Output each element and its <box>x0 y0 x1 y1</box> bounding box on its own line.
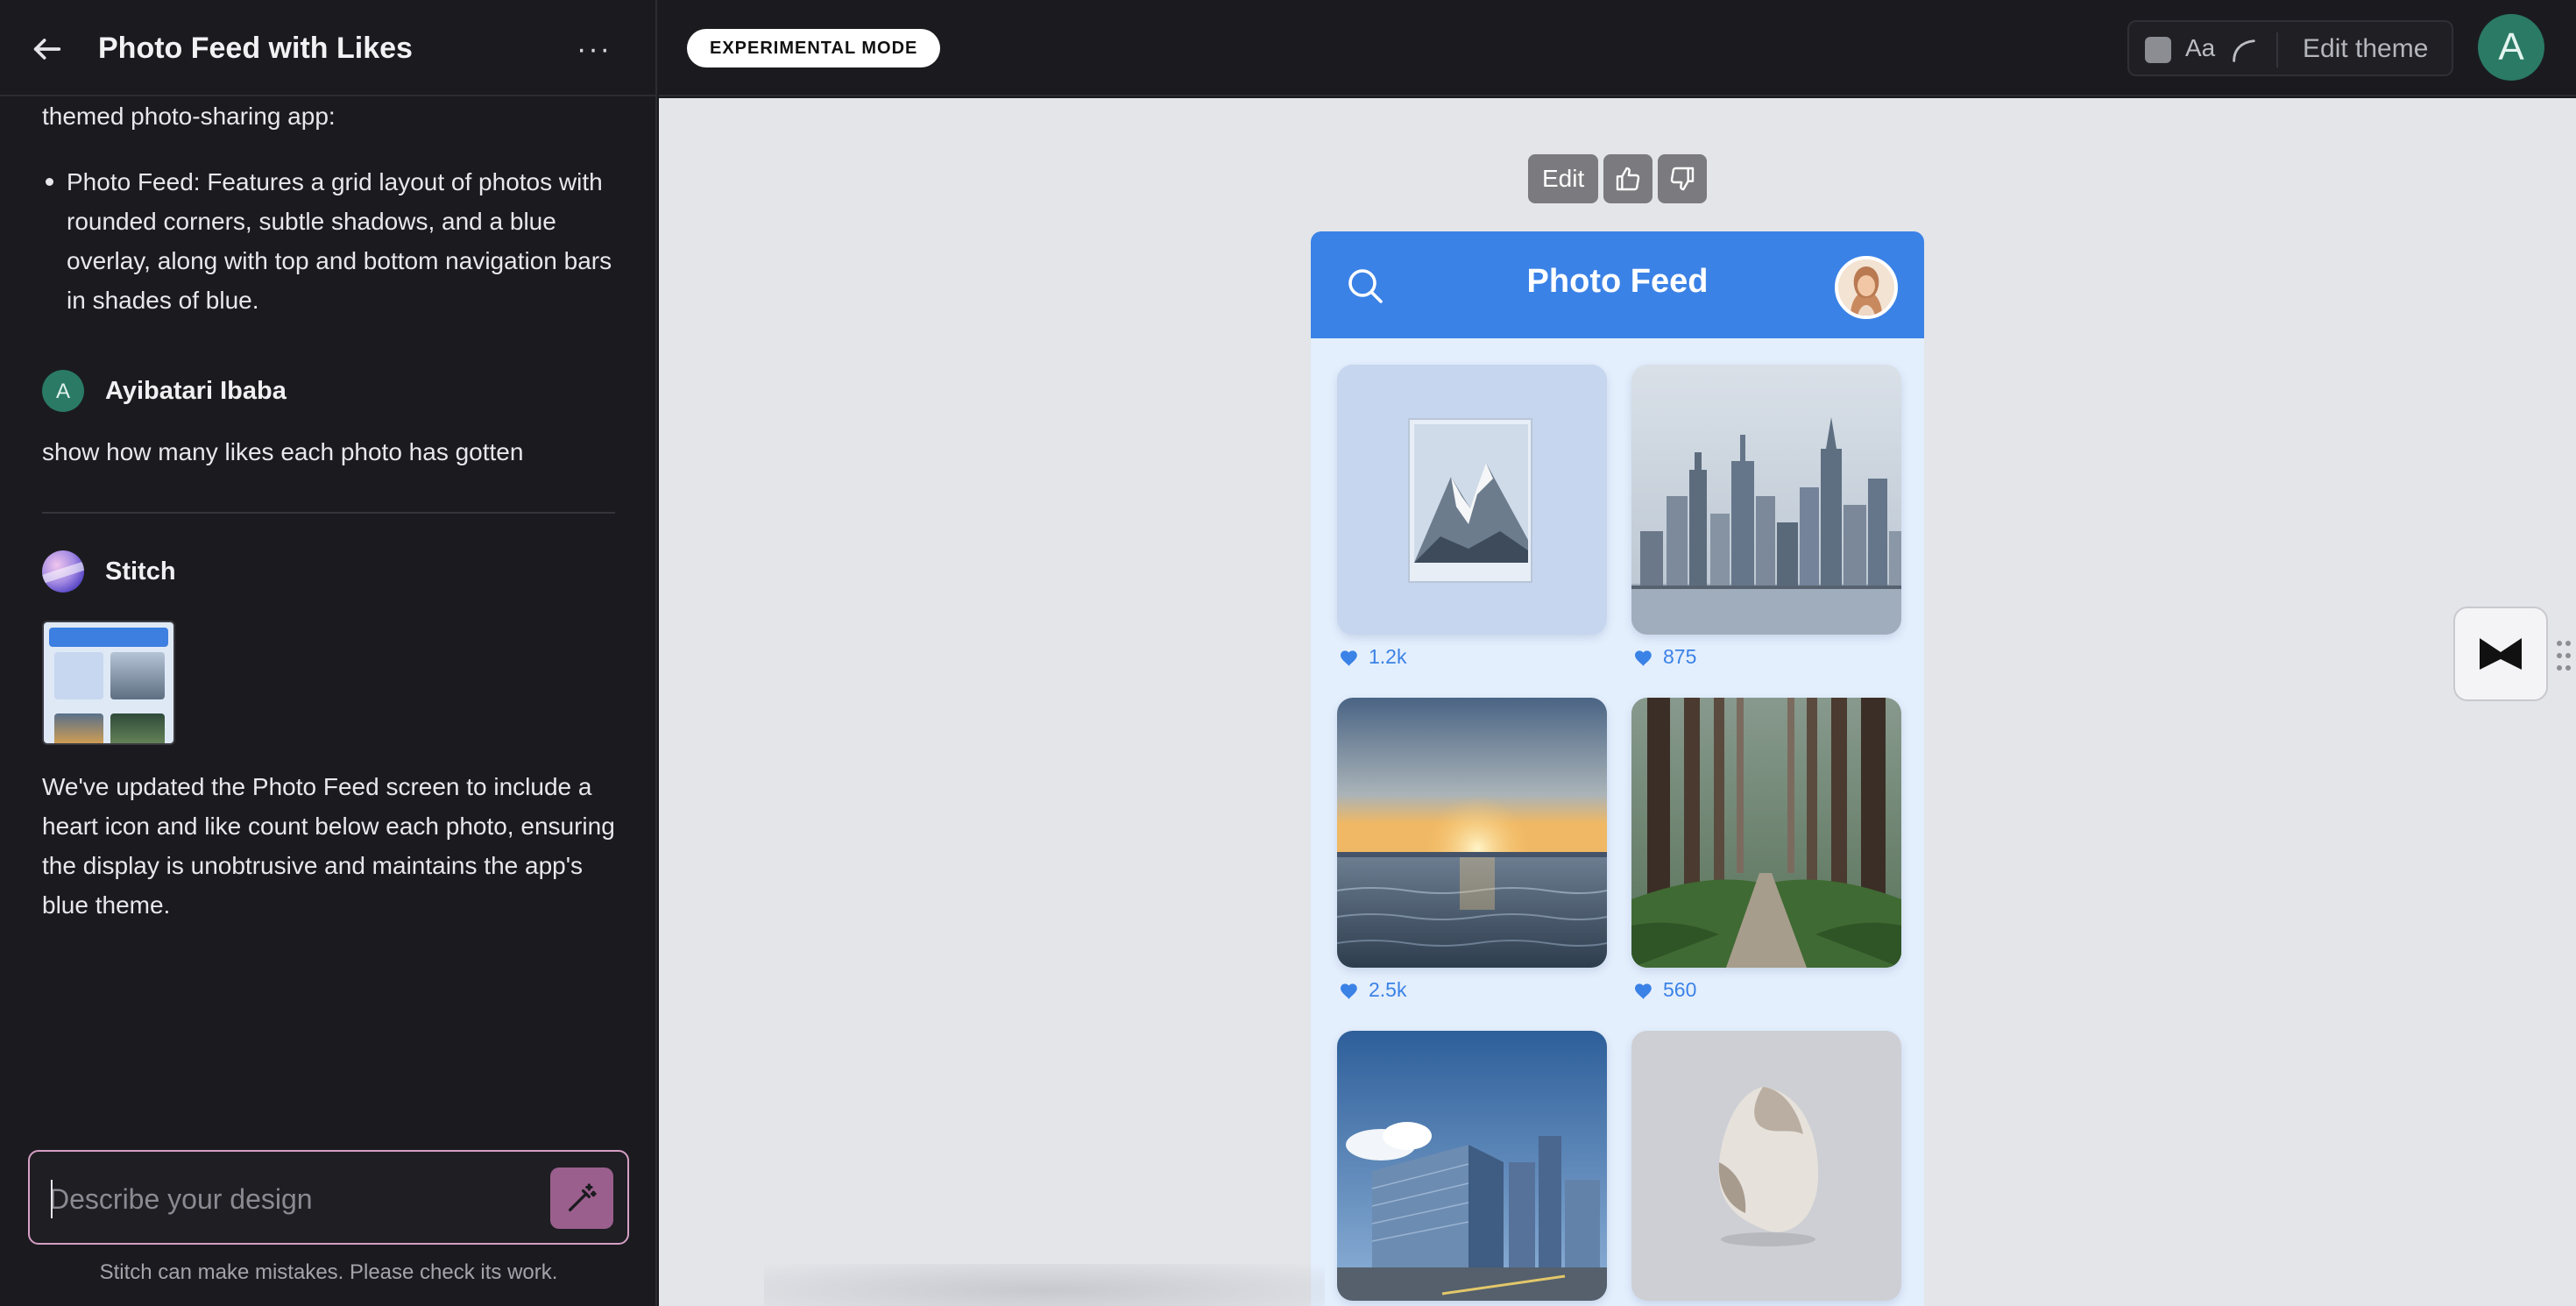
thumbs-down-icon <box>1671 167 1695 191</box>
photo-mountain <box>1337 365 1607 635</box>
corner-radius-icon[interactable] <box>2229 36 2259 66</box>
profile-avatar[interactable] <box>1835 256 1898 319</box>
app-header: Photo Feed <box>1311 231 1924 338</box>
thumbnail-header <box>49 628 168 647</box>
photo-office-buildings <box>1337 1031 1607 1301</box>
floating-tool-widget[interactable] <box>2453 607 2548 701</box>
project-title: Photo Feed with Likes <box>98 32 413 65</box>
assistant-message: We've updated the Photo Feed screen to i… <box>42 773 615 919</box>
profile-photo-icon <box>1838 259 1894 316</box>
heart-icon <box>1635 983 1652 999</box>
more-options-button[interactable]: ··· <box>571 26 617 72</box>
edit-button[interactable]: Edit <box>1528 154 1599 203</box>
photo-forest-path <box>1631 698 1901 968</box>
chat-sidebar: Photo Feed with Likes ··· themed photo-s… <box>0 0 657 1306</box>
photo-card[interactable] <box>1337 365 1607 635</box>
heart-icon <box>1341 649 1357 666</box>
like-count-text: 1.2k <box>1369 645 1407 668</box>
top-bar: EXPERIMENTAL MODE Aa Edit theme A <box>659 0 2576 96</box>
heart-icon <box>1635 649 1652 666</box>
user-message: show how many likes each photo has gotte… <box>42 438 524 465</box>
thumbnail-photo <box>54 713 103 743</box>
photo-card[interactable] <box>1631 1031 1901 1301</box>
photo-card[interactable] <box>1631 698 1901 968</box>
bullet-item: Photo Feed: Features a grid layout of ph… <box>42 162 615 320</box>
like-count[interactable]: 875 <box>1633 645 1696 669</box>
back-button[interactable] <box>26 28 68 70</box>
assistant-message-header: Stitch <box>42 550 176 593</box>
assistant-name: Stitch <box>105 557 176 586</box>
screen-toolbar: Edit <box>1528 154 1708 203</box>
edit-theme-button[interactable]: Edit theme <box>2303 34 2428 64</box>
canvas-shadow <box>764 1264 1325 1306</box>
design-canvas[interactable]: Edit Photo Feed 1.2k 875 2.5k 560 <box>659 98 2576 1306</box>
photo-city-skyline <box>1631 365 1901 635</box>
sidebar-header: Photo Feed with Likes ··· <box>0 0 657 96</box>
disclaimer-text: Stitch can make mistakes. Please check i… <box>99 1260 558 1284</box>
thumbs-up-button[interactable] <box>1603 154 1653 203</box>
user-avatar: A <box>42 370 84 412</box>
like-count[interactable]: 1.2k <box>1339 645 1406 669</box>
generate-button[interactable] <box>550 1168 613 1229</box>
color-swatch-icon[interactable] <box>2145 37 2171 63</box>
separator <box>2276 32 2278 67</box>
font-icon[interactable]: Aa <box>2185 34 2215 62</box>
photo-stone-sculpture <box>1631 1031 1901 1301</box>
user-message-header: A Ayibatari Ibaba <box>42 370 287 412</box>
photo-card[interactable] <box>1631 365 1901 635</box>
app-title: Photo Feed <box>1526 263 1709 300</box>
text-caret <box>51 1180 53 1218</box>
like-count-text: 560 <box>1663 978 1697 1001</box>
experimental-mode-badge[interactable]: EXPERIMENTAL MODE <box>687 29 941 67</box>
thumbnail-photo <box>110 652 165 699</box>
thumbs-down-button[interactable] <box>1658 154 1708 203</box>
heart-icon <box>1341 983 1357 999</box>
photo-card[interactable] <box>1337 1031 1607 1301</box>
stitch-logo-icon <box>42 550 84 593</box>
thumbnail-photo <box>110 713 165 743</box>
account-avatar[interactable]: A <box>2478 14 2544 81</box>
photo-ocean-sunset <box>1337 698 1607 968</box>
thumbnail-photo <box>54 652 103 699</box>
like-count[interactable]: 2.5k <box>1339 978 1406 1002</box>
like-count-text: 875 <box>1663 645 1697 668</box>
assistant-intro-text: themed photo-sharing app: <box>42 103 336 130</box>
magic-wand-icon <box>569 1183 597 1211</box>
divider <box>42 512 615 514</box>
design-thumbnail[interactable] <box>42 621 175 745</box>
phone-screen-preview[interactable]: Photo Feed 1.2k 875 2.5k 560 <box>1311 231 1924 1306</box>
thumbs-up-icon <box>1617 167 1640 191</box>
theme-controls: Aa Edit theme <box>2127 20 2453 76</box>
more-horizontal-icon: ··· <box>577 32 612 66</box>
user-name: Ayibatari Ibaba <box>105 376 287 405</box>
chevron-logo-icon <box>2480 638 2522 670</box>
like-count[interactable]: 560 <box>1633 978 1696 1002</box>
prompt-composer <box>28 1150 629 1245</box>
arrow-left-icon <box>33 39 61 60</box>
like-count-text: 2.5k <box>1369 978 1407 1001</box>
describe-design-input[interactable] <box>49 1175 540 1224</box>
photo-card[interactable] <box>1337 698 1607 968</box>
drag-handle-icon[interactable] <box>2553 638 2574 673</box>
